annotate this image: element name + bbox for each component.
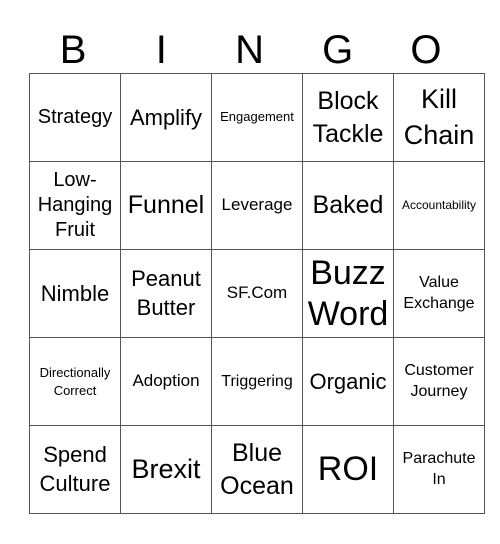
bingo-cell[interactable]: Buzz Word (302, 249, 394, 338)
bingo-cell[interactable]: Brexit (120, 425, 212, 514)
bingo-grid: Strategy Amplify Engagement Block Tackle… (29, 73, 485, 514)
header-letter-o: O (410, 28, 442, 72)
bingo-cell[interactable]: Low-Hanging Fruit (29, 161, 121, 250)
grid-row: Nimble Peanut Butter SF.Com Buzz Word Va… (29, 249, 485, 338)
bingo-cell[interactable]: Peanut Butter (120, 249, 212, 338)
bingo-cell[interactable]: Kill Chain (393, 73, 485, 162)
bingo-cell[interactable]: Nimble (29, 249, 121, 338)
grid-row: Strategy Amplify Engagement Block Tackle… (29, 73, 485, 162)
bingo-cell[interactable]: Triggering (211, 337, 303, 426)
bingo-cell[interactable]: Blue Ocean (211, 425, 303, 514)
bingo-cell[interactable]: Block Tackle (302, 73, 394, 162)
header-letter-n: N (235, 28, 264, 72)
bingo-cell[interactable]: Engagement (211, 73, 303, 162)
bingo-cell[interactable]: Leverage (211, 161, 303, 250)
bingo-cell[interactable]: Baked (302, 161, 394, 250)
bingo-cell[interactable]: Accountability (393, 161, 485, 250)
bingo-cell[interactable]: SF.Com (211, 249, 303, 338)
bingo-cell[interactable]: Parachute In (393, 425, 485, 514)
bingo-cell[interactable]: Value Exchange (393, 249, 485, 338)
grid-row: Low-Hanging Fruit Funnel Leverage Baked … (29, 161, 485, 250)
bingo-cell[interactable]: Amplify (120, 73, 212, 162)
header-letter-b: B (59, 28, 87, 72)
header-letter-i: I (155, 28, 167, 72)
bingo-cell[interactable]: Spend Culture (29, 425, 121, 514)
bingo-cell[interactable]: Organic (302, 337, 394, 426)
grid-row: Spend Culture Brexit Blue Ocean ROI Para… (29, 425, 485, 514)
bingo-cell[interactable]: Customer Journey (393, 337, 485, 426)
header-letter-g: G (322, 28, 354, 72)
bingo-header: B I N G O (29, 28, 470, 72)
bingo-cell[interactable]: Directionally Correct (29, 337, 121, 426)
bingo-cell[interactable]: Adoption (120, 337, 212, 426)
bingo-cell[interactable]: ROI (302, 425, 394, 514)
bingo-cell[interactable]: Strategy (29, 73, 121, 162)
bingo-cell[interactable]: Funnel (120, 161, 212, 250)
grid-row: Directionally Correct Adoption Triggerin… (29, 337, 485, 426)
